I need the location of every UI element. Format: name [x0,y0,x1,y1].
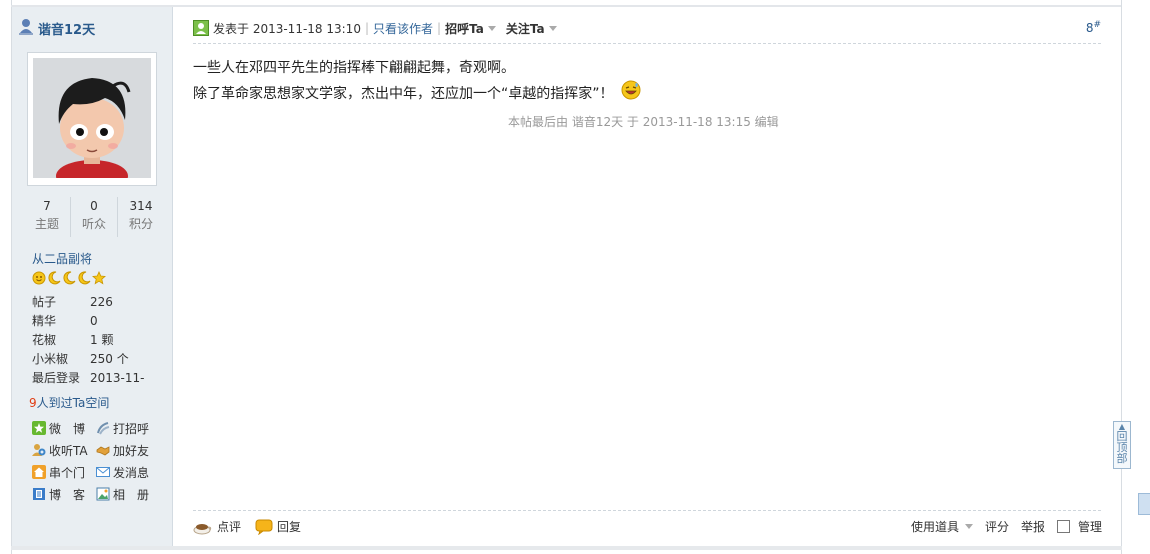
author-sidebar: 谐音12天 7 主题 0 听众 314 积分 从二品副将 帖子 226 精华 0… [12,7,173,546]
moon-icon [78,271,91,285]
comment-button[interactable]: 点评 [193,518,241,535]
post-line: 一些人在邓四平先生的指挥棒下翩翩起舞，奇观啊。 [193,60,515,76]
chevron-down-icon [548,25,557,31]
author-stats: 7 主题 0 听众 314 积分 [24,197,164,237]
stat-listeners[interactable]: 0 听众 [71,197,118,237]
mail-icon [96,467,110,477]
follow-link[interactable]: 收听TA [32,442,96,459]
moon-icon [48,271,61,285]
chevron-down-icon [487,25,496,31]
manage-checkbox[interactable]: 管理 [1056,518,1102,535]
wave-icon [97,422,110,435]
follow-dropdown[interactable]: 关注Ta [506,20,557,37]
chevron-down-icon [964,524,973,529]
space-visitors-link[interactable]: 9人到过Ta空间 [29,394,109,411]
coffee-cup-icon [193,523,212,534]
star-icon [92,271,106,285]
use-tools-dropdown[interactable]: 使用道具 [911,518,973,535]
back-to-top-button[interactable]: ▲ 回 顶 部 [1113,421,1131,469]
weibo-icon [32,421,46,435]
reply-button[interactable]: 回复 [255,518,301,535]
send-message-link[interactable]: 发消息 [96,464,160,481]
report-link[interactable]: 举报 [1021,518,1045,535]
greet-link[interactable]: 打招呼 [96,420,160,437]
moon-icon [63,271,76,285]
album-icon [96,487,110,501]
avatar[interactable] [27,52,157,186]
greet-dropdown[interactable]: 招呼Ta [445,20,496,37]
author-header: 谐音12天 [18,17,95,39]
divider [193,43,1101,44]
blog-link[interactable]: 博 客 [32,486,96,503]
post-actions-right: 使用道具 评分 举报 管理 [911,518,1102,535]
blog-icon [33,488,45,500]
sun-icon [32,271,46,285]
only-author-link[interactable]: 只看该作者 [373,20,433,37]
laugh-emoji-icon [621,80,641,100]
post-meta-bar: 发表于 2013-11-18 13:10 | 只看该作者 | 招呼Ta 关注Ta… [193,18,1101,38]
info-pepper: 花椒 1 颗 [32,333,114,347]
speech-bubble-icon [255,519,273,535]
rank-level-icons [32,271,106,285]
post-actions-left: 点评 回复 [193,518,301,535]
stat-threads[interactable]: 7 主题 [24,197,71,237]
info-small-pepper: 小米椒 250 个 [32,352,129,366]
info-posts: 帖子 226 [32,295,113,309]
rate-link[interactable]: 评分 [985,518,1009,535]
handshake-icon [96,446,110,456]
online-status-icon [18,18,34,39]
checkbox-box[interactable] [1056,520,1070,533]
info-last-login: 最后登录 2013-11- [32,371,145,385]
post-timestamp: 发表于 2013-11-18 13:10 [213,21,361,36]
author-name-link[interactable]: 谐音12天 [38,19,95,38]
online-user-icon [193,20,209,36]
info-digest: 精华 0 [32,314,98,328]
scrollbar-thumb[interactable] [1138,493,1150,515]
edit-note: 本帖最后由 谐音12天 于 2013-11-18 13:15 编辑 [508,115,779,129]
divider [193,510,1101,511]
rank-title[interactable]: 从二品副将 [32,250,92,267]
author-info-list: 帖子 226 精华 0 花椒 1 颗 小米椒 250 个 最后登录 2013-1… [32,293,144,388]
visit-space-link[interactable]: 串个门 [32,464,96,481]
add-friend-link[interactable]: 加好友 [96,442,160,459]
scrollbar-track[interactable] [1132,0,1150,554]
avatar-image [33,58,151,178]
album-link[interactable]: 相 册 [96,486,160,503]
stat-points[interactable]: 314 积分 [118,197,164,237]
home-icon [32,465,46,479]
floor-number[interactable]: 8# [1086,20,1101,35]
author-action-links: 微 博 打招呼 收听TA 加好友 串个门 发消息 博 客 相 册 [32,417,172,505]
post-line-with-emoji: 除了革命家思想家文学家，杰出中年，还应加一个“卓越的指挥家”！ [193,80,641,106]
post-content: 一些人在邓四平先生的指挥棒下翩翩起舞，奇观啊。 除了革命家思想家文学家，杰出中年… [193,56,641,106]
follow-icon [32,444,46,456]
weibo-link[interactable]: 微 博 [32,420,96,437]
